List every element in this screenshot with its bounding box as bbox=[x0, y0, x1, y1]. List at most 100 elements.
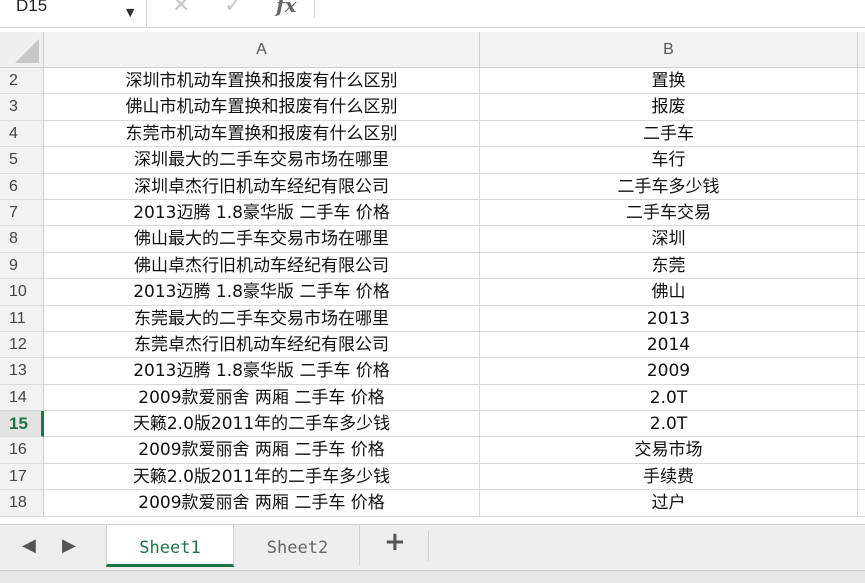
cell-b[interactable]: 过户 bbox=[480, 490, 858, 517]
cell-b[interactable]: 交易市场 bbox=[480, 437, 858, 464]
cell-a[interactable]: 东莞最大的二手车交易市场在哪里 bbox=[44, 305, 480, 332]
row-header[interactable]: 12 bbox=[0, 331, 44, 359]
cell-c[interactable] bbox=[858, 174, 865, 200]
row-header[interactable]: 14 bbox=[0, 384, 44, 412]
row-header[interactable]: 5 bbox=[0, 147, 44, 174]
cell-c[interactable] bbox=[858, 279, 865, 306]
cell-b[interactable]: 东莞 bbox=[480, 252, 858, 280]
row-header[interactable]: 8 bbox=[0, 226, 44, 253]
row-header[interactable]: 18 bbox=[0, 490, 44, 517]
cell-b[interactable]: 二手车交易 bbox=[480, 199, 858, 227]
cell-c[interactable] bbox=[858, 94, 865, 121]
cell-b[interactable]: 2.0T bbox=[480, 384, 858, 412]
table-row: 16 2009款爱丽舍 两厢 二手车 价格 交易市场 bbox=[0, 437, 865, 464]
row-header[interactable]: 3 bbox=[0, 94, 44, 121]
cell-c[interactable] bbox=[858, 200, 865, 227]
add-sheet-icon[interactable]: + bbox=[384, 527, 406, 557]
row-header[interactable]: 11 bbox=[0, 305, 44, 332]
cell-a[interactable]: 天籁2.0版2011年的二手车多少钱 bbox=[44, 463, 480, 491]
row-header[interactable]: 15 bbox=[0, 411, 44, 438]
cell-a[interactable]: 深圳卓杰行旧机动车经纪有限公司 bbox=[44, 173, 480, 200]
row-header[interactable]: 16 bbox=[0, 437, 44, 464]
cell-b[interactable]: 置换 bbox=[480, 68, 858, 95]
confirm-icon[interactable]: ✓ bbox=[224, 0, 242, 18]
chevron-down-icon[interactable]: ▼ bbox=[126, 6, 134, 19]
cell-c[interactable] bbox=[858, 358, 865, 385]
cell-a[interactable]: 天籁2.0版2011年的二手车多少钱 bbox=[44, 411, 480, 438]
next-sheet-icon[interactable]: ▶ bbox=[62, 535, 76, 556]
column-header-b[interactable]: B bbox=[480, 32, 858, 68]
cell-a[interactable]: 2009款爱丽舍 两厢 二手车 价格 bbox=[44, 490, 480, 517]
cell-c[interactable] bbox=[858, 147, 865, 174]
cell-c[interactable] bbox=[858, 437, 865, 464]
cell-a[interactable]: 2013迈腾 1.8豪华版 二手车 价格 bbox=[44, 358, 480, 385]
table-row: 8 佛山最大的二手车交易市场在哪里 深圳 bbox=[0, 226, 865, 253]
cell-a[interactable]: 佛山最大的二手车交易市场在哪里 bbox=[44, 226, 480, 253]
table-row: 7 2013迈腾 1.8豪华版 二手车 价格 二手车交易 bbox=[0, 199, 865, 227]
table-row: 5 深圳最大的二手车交易市场在哪里 车行 bbox=[0, 147, 865, 174]
cell-c[interactable] bbox=[858, 490, 865, 517]
cell-c[interactable] bbox=[858, 68, 865, 95]
table-row: 4 东莞市机动车置换和报废有什么区别 二手车 bbox=[0, 120, 865, 148]
table-row: 12 东莞卓杰行旧机动车经纪有限公司 2014 bbox=[0, 331, 865, 359]
cell-b[interactable]: 佛山 bbox=[480, 279, 858, 306]
cell-b[interactable]: 车行 bbox=[480, 147, 858, 174]
cell-reference[interactable]: D15 bbox=[16, 0, 47, 16]
cell-a[interactable]: 2009款爱丽舍 两厢 二手车 价格 bbox=[44, 384, 480, 412]
cell-a[interactable]: 2013迈腾 1.8豪华版 二手车 价格 bbox=[44, 199, 480, 227]
cell-a[interactable]: 2013迈腾 1.8豪华版 二手车 价格 bbox=[44, 279, 480, 306]
cell-b[interactable]: 深圳 bbox=[480, 226, 858, 253]
sheet-grid: A B 2 深圳市机动车置换和报废有什么区别 置换 3 佛山市机动车置换和报废有什么区别… bbox=[0, 32, 865, 524]
cell-a[interactable]: 东莞市机动车置换和报废有什么区别 bbox=[44, 120, 480, 148]
cell-c[interactable] bbox=[858, 332, 865, 359]
table-row: 15 天籁2.0版2011年的二手车多少钱 2.0T bbox=[0, 411, 865, 438]
cell-b[interactable]: 二手车多少钱 bbox=[480, 173, 858, 200]
cell-c[interactable] bbox=[858, 121, 865, 148]
table-row: 9 佛山卓杰行旧机动车经纪有限公司 东莞 bbox=[0, 252, 865, 280]
rows-container: 2 深圳市机动车置换和报废有什么区别 置换 3 佛山市机动车置换和报废有什么区别 报废 4 东… bbox=[0, 68, 865, 517]
cell-a[interactable]: 东莞卓杰行旧机动车经纪有限公司 bbox=[44, 331, 480, 359]
table-row: 13 2013迈腾 1.8豪华版 二手车 价格 2009 bbox=[0, 358, 865, 385]
cell-c[interactable] bbox=[858, 464, 865, 491]
cell-c[interactable] bbox=[858, 253, 865, 280]
cell-b[interactable]: 2014 bbox=[480, 331, 858, 359]
cell-a[interactable]: 佛山市机动车置换和报废有什么区别 bbox=[44, 94, 480, 121]
select-all-corner[interactable] bbox=[0, 32, 44, 68]
row-header[interactable]: 2 bbox=[0, 68, 44, 95]
cell-b[interactable]: 手续费 bbox=[480, 463, 858, 491]
row-header[interactable]: 7 bbox=[0, 199, 44, 227]
tab-sheet1[interactable]: Sheet1 bbox=[106, 525, 234, 567]
cell-b[interactable]: 2.0T bbox=[480, 411, 858, 438]
row-header[interactable]: 4 bbox=[0, 120, 44, 148]
cell-a[interactable]: 深圳市机动车置换和报废有什么区别 bbox=[44, 68, 480, 95]
cell-b[interactable]: 2013 bbox=[480, 305, 858, 332]
table-row: 2 深圳市机动车置换和报废有什么区别 置换 bbox=[0, 68, 865, 95]
cell-c[interactable] bbox=[858, 385, 865, 412]
function-icon[interactable]: fx bbox=[276, 0, 297, 17]
column-header-a[interactable]: A bbox=[44, 32, 480, 68]
prev-sheet-icon[interactable]: ◀ bbox=[22, 535, 36, 556]
row-header[interactable]: 17 bbox=[0, 463, 44, 491]
cell-a[interactable]: 深圳最大的二手车交易市场在哪里 bbox=[44, 147, 480, 174]
row-header[interactable]: 13 bbox=[0, 358, 44, 385]
row-header[interactable]: 6 bbox=[0, 173, 44, 200]
cell-c[interactable] bbox=[858, 306, 865, 332]
name-box[interactable]: D15 ▼ bbox=[0, 0, 147, 27]
table-row: 14 2009款爱丽舍 两厢 二手车 价格 2.0T bbox=[0, 384, 865, 412]
row-header[interactable]: 9 bbox=[0, 252, 44, 280]
cancel-icon[interactable]: ✕ bbox=[172, 0, 190, 18]
cell-b[interactable]: 二手车 bbox=[480, 120, 858, 148]
cell-a[interactable]: 佛山卓杰行旧机动车经纪有限公司 bbox=[44, 252, 480, 280]
tab-sheet2[interactable]: Sheet2 bbox=[236, 525, 360, 565]
row-header[interactable]: 10 bbox=[0, 279, 44, 306]
column-header-c[interactable] bbox=[858, 32, 865, 68]
cell-a[interactable]: 2009款爱丽舍 两厢 二手车 价格 bbox=[44, 437, 480, 464]
cell-c[interactable] bbox=[858, 411, 865, 438]
cell-c[interactable] bbox=[858, 226, 865, 253]
cell-b[interactable]: 2009 bbox=[480, 358, 858, 385]
cell-b[interactable]: 报废 bbox=[480, 94, 858, 121]
table-row: 17 天籁2.0版2011年的二手车多少钱 手续费 bbox=[0, 463, 865, 491]
table-row: 11 东莞最大的二手车交易市场在哪里 2013 bbox=[0, 305, 865, 332]
table-row: 3 佛山市机动车置换和报废有什么区别 报废 bbox=[0, 94, 865, 121]
sheet-tab-bar: ◀ ▶ Sheet1 Sheet2 + bbox=[0, 524, 865, 570]
